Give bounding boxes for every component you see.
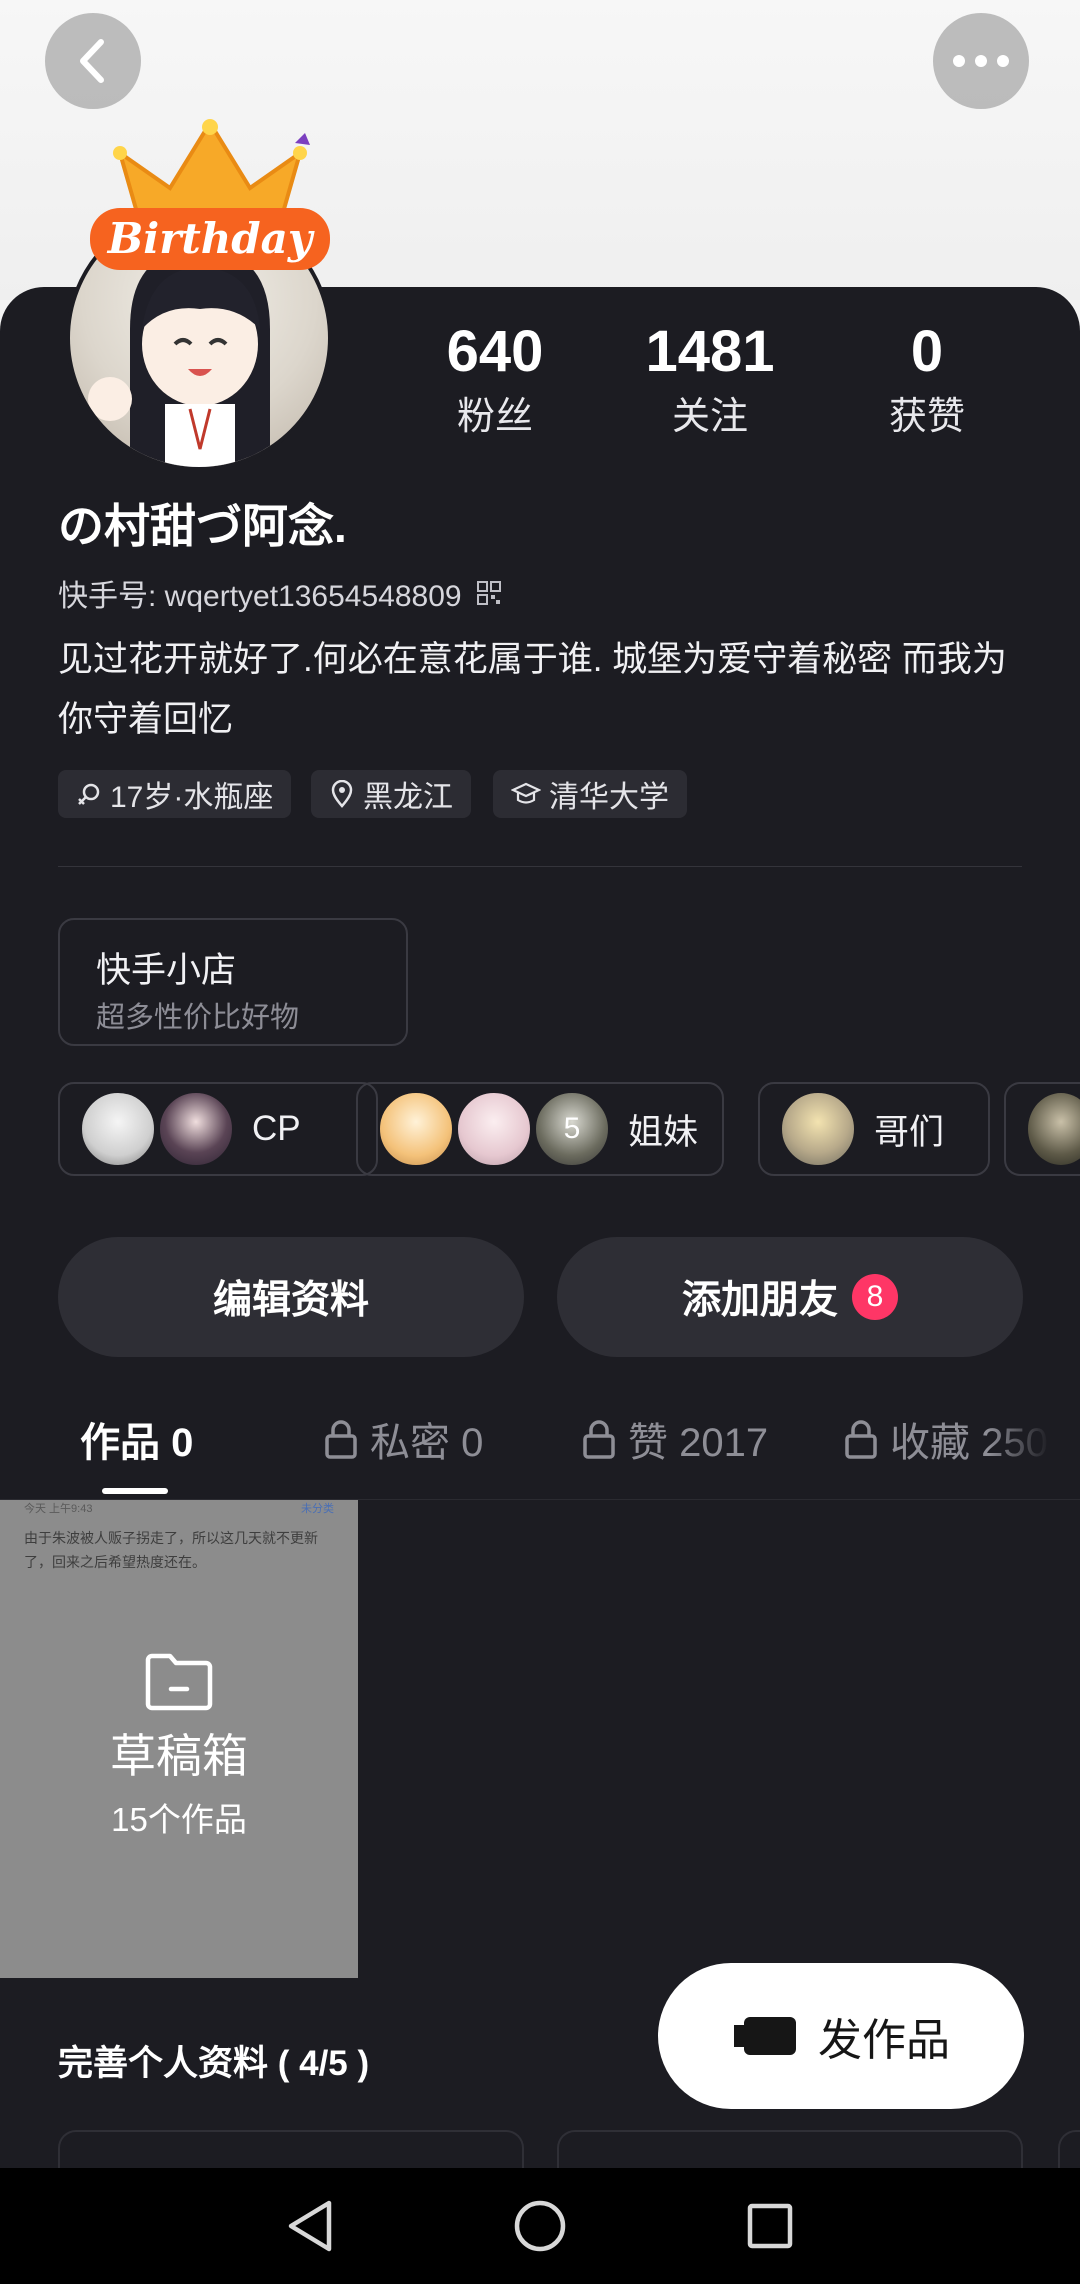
group-avatar [158,1091,234,1167]
back-button[interactable] [45,13,141,109]
post-work-label: 发作品 [818,2016,950,2065]
stat-value: 640 [446,319,544,384]
lock-icon [845,1420,877,1459]
triangle-back-icon [288,2200,332,2252]
group-cp[interactable]: CP [58,1082,378,1176]
tab-label: 收藏 250 [890,1421,1048,1465]
lock-icon [325,1420,357,1459]
folder-icon [145,1653,213,1711]
tab-private[interactable]: 私密 0 [324,1410,483,1468]
stat-likes[interactable]: 0 获赞 [852,318,1002,440]
location-chip: 黑龙江 [311,770,471,818]
post-work-button[interactable]: 发作品 [658,1963,1024,2109]
circle-home-icon [514,2200,566,2252]
age-chip: 17岁·水瓶座 [58,770,292,818]
nav-back-button[interactable] [195,2168,425,2284]
square-recents-icon [747,2203,793,2249]
stat-value: 0 [910,319,944,384]
school-chip: 清华大学 [493,770,687,818]
gender-icon [78,783,100,805]
drafts-card[interactable]: 今天 上午9:43 未分类 由于朱波被人贩子拐走了，所以这几天就不更新了，回来之… [0,1500,358,1978]
tab-label: 赞 2017 [628,1421,769,1465]
group-more-count: 5 [534,1091,610,1167]
location-text: 黑龙江 [363,781,453,814]
more-horizontal-icon [953,55,1009,67]
stat-label: 获赞 [888,396,965,438]
group-label: CP [252,1109,301,1148]
school-text: 清华大学 [549,781,669,814]
birthday-text: Birthday [107,214,315,263]
add-friend-button[interactable]: 添加朋友 8 [557,1237,1023,1357]
notification-badge: 8 [852,1274,898,1320]
group-more[interactable] [1004,1082,1080,1176]
chevron-left-icon [80,39,104,83]
stat-following[interactable]: 1481 关注 [630,318,790,440]
tab-indicator [102,1488,168,1494]
nav-home-button[interactable] [425,2168,655,2284]
stat-fans[interactable]: 640 粉丝 [420,318,570,440]
complete-profile-title[interactable]: 完善个人资料 ( 4/5 ) [58,2035,369,2086]
drafts-title: 草稿箱 [110,1730,248,1782]
group-avatar [378,1091,454,1167]
group-avatar [80,1091,156,1167]
profile-name: の村甜づ阿念. [58,500,347,552]
divider [58,866,1022,867]
graduation-cap-icon [511,782,541,804]
tab-label: 作品 0 [80,1421,194,1465]
shop-subtitle: 超多性价比好物 [96,1002,300,1034]
system-navigation-bar [0,2168,1080,2284]
stat-value: 1481 [645,319,775,384]
kuaishou-id[interactable]: 快手号: wqertyet13654548809 [58,571,502,615]
group-avatar [1026,1091,1080,1167]
tab-favorites[interactable]: 收藏 250 [844,1410,1050,1468]
draft-preview-text: 由于朱波被人贩子拐走了，所以这几天就不更新了，回来之后希望热度还在。 [24,1530,318,1570]
draft-meta-time: 今天 上午9:43 [24,1503,93,1515]
group-brothers[interactable]: 哥们 [758,1082,990,1176]
group-label: 哥们 [874,1112,945,1152]
group-sisters[interactable]: 5 姐妹 [356,1082,724,1176]
video-camera-icon [734,2017,796,2055]
drafts-count: 15个作品 [111,1801,247,1838]
tab-likes[interactable]: 赞 2017 [582,1410,768,1468]
stat-label: 关注 [671,396,748,438]
birthday-crown-icon: Birthday [90,119,330,270]
avatar-container[interactable]: Birthday [62,105,342,471]
location-pin-icon [331,780,353,808]
qrcode-icon[interactable] [476,580,502,606]
add-friend-label: 添加朋友 [681,1279,838,1322]
edit-profile-button[interactable]: 编辑资料 [58,1237,524,1357]
tab-label: 私密 0 [370,1421,484,1465]
age-text: 17岁·水瓶座 [110,781,274,814]
edit-profile-label: 编辑资料 [212,1279,369,1322]
kuaishou-id-text: 快手号: wqertyet13654548809 [58,580,462,613]
draft-meta-category: 未分类 [301,1503,334,1515]
stat-label: 粉丝 [456,396,533,438]
group-avatar [780,1091,856,1167]
tab-works[interactable]: 作品 0 [80,1410,193,1468]
group-avatar [456,1091,532,1167]
profile-bio: 见过花开就好了.何必在意花属于谁. 城堡为爱守着秘密 而我为你守着回忆 [58,640,1007,739]
nav-recents-button[interactable] [655,2168,885,2284]
group-label: 姐妹 [628,1112,699,1152]
lock-icon [583,1420,615,1459]
shop-title: 快手小店 [96,951,237,990]
more-button[interactable] [933,13,1029,109]
kuaishou-shop-card[interactable]: 快手小店 超多性价比好物 [58,918,408,1046]
